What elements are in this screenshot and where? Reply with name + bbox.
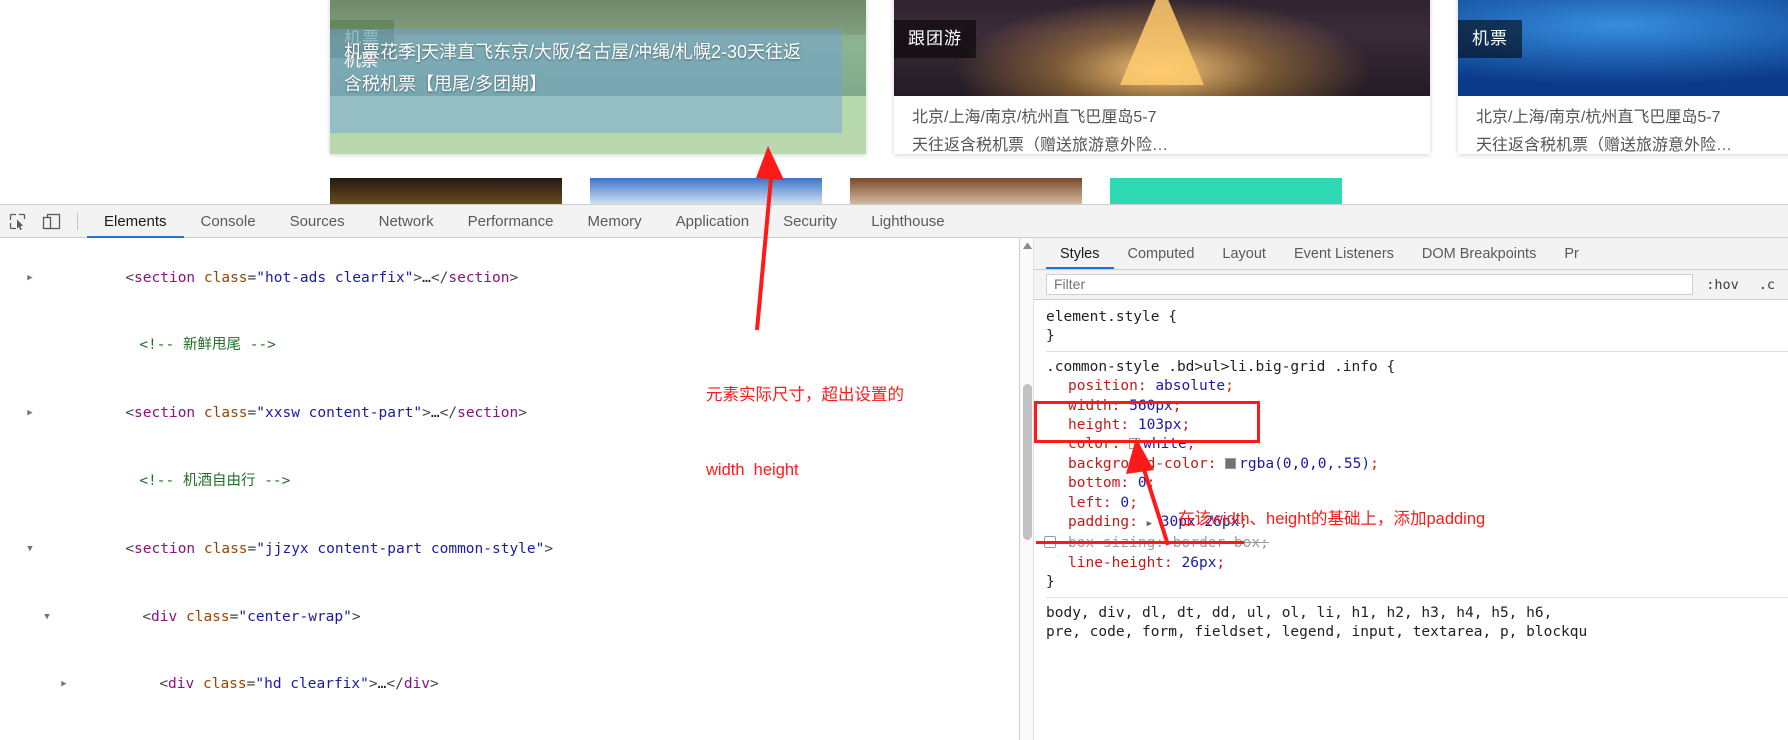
devtools-toolbar: Elements Console Sources Network Perform… xyxy=(0,205,1788,238)
card-desc-line-2: 天往返含税机票（赠送旅游意外险… xyxy=(912,137,1169,154)
card-image xyxy=(1110,178,1342,204)
css-declaration-padding[interactable]: padding: ▶ 30px 26px; xyxy=(1046,513,1788,534)
expand-shorthand-icon[interactable]: ▶ xyxy=(1147,519,1152,529)
hover-state-button[interactable]: :hov xyxy=(1699,277,1746,293)
devtools-panel: Elements Console Sources Network Perform… xyxy=(0,204,1788,740)
tab-dom-breakpoints[interactable]: DOM Breakpoints xyxy=(1408,238,1550,269)
css-declaration-left[interactable]: left: 0; xyxy=(1046,494,1788,513)
css-rule-close: } xyxy=(1046,574,1055,591)
tab-application[interactable]: Application xyxy=(659,205,766,238)
css-declaration-color[interactable]: color: white; xyxy=(1046,435,1788,454)
styles-filter-bar: :hov .c xyxy=(1020,270,1788,300)
tab-security[interactable]: Security xyxy=(766,205,854,238)
tab-sources[interactable]: Sources xyxy=(273,205,362,238)
phone-tablet-icon xyxy=(42,213,60,229)
browser-viewport: 机票 跟团游 北京/上海/南京/杭州直飞巴厘岛5-7 天往返含税机票（赠送旅游意… xyxy=(0,0,1788,204)
tab-computed[interactable]: Computed xyxy=(1114,238,1209,269)
tab-performance[interactable]: Performance xyxy=(451,205,571,238)
dom-node[interactable]: <div class="hd clearfix">…</div> xyxy=(0,651,1019,719)
tab-console[interactable]: Console xyxy=(184,205,273,238)
dom-comment: <!-- 新鲜甩尾 --> xyxy=(139,337,276,354)
card-tag: 机票 xyxy=(1458,20,1522,58)
css-declaration-width[interactable]: width: 560px; xyxy=(1046,397,1788,416)
dom-node[interactable]: <section class="hot-ads clearfix">…</sec… xyxy=(0,244,1019,312)
tab-properties[interactable]: Pr xyxy=(1550,238,1593,269)
toolbar-divider xyxy=(77,212,78,230)
devtools-body: <section class="hot-ads clearfix">…</sec… xyxy=(0,238,1788,740)
css-rule[interactable]: .common-style .bd>ul>li.big-grid .info {… xyxy=(1044,350,1788,598)
dom-comment: <!-- 机酒自由行 --> xyxy=(139,472,291,489)
css-rule-user-agent[interactable]: body, div, dl, dt, dd, ul, ol, li, h1, h… xyxy=(1046,598,1788,643)
filter-input[interactable] xyxy=(1046,274,1694,295)
scroll-up-arrow-icon[interactable] xyxy=(1023,240,1032,249)
expand-triangle-icon[interactable] xyxy=(24,267,36,290)
dom-node[interactable]: <!-- 新鲜甩尾 --> xyxy=(0,312,1019,380)
inspect-element-icon[interactable] xyxy=(0,205,34,238)
tab-lighthouse[interactable]: Lighthouse xyxy=(854,205,961,238)
class-button[interactable]: .c xyxy=(1752,277,1782,293)
tab-event-listeners[interactable]: Event Listeners xyxy=(1280,238,1408,269)
card-tag: 机票 xyxy=(330,20,394,58)
device-toolbar-icon[interactable] xyxy=(34,205,68,238)
css-declaration-height[interactable]: height: 103px; xyxy=(1046,416,1788,435)
color-swatch[interactable] xyxy=(1225,457,1237,469)
tab-styles[interactable]: Styles xyxy=(1046,238,1114,269)
product-card-row: 机票 跟团游 北京/上海/南京/杭州直飞巴厘岛5-7 天往返含税机票（赠送旅游意… xyxy=(330,0,1788,154)
dom-node[interactable]: <div class="bd"> xyxy=(0,718,1019,740)
css-selector-line-1[interactable]: body, div, dl, dt, dd, ul, ol, li, h1, h… xyxy=(1046,604,1788,623)
card-image xyxy=(330,0,866,96)
tab-network[interactable]: Network xyxy=(362,205,451,238)
dom-tree-pane: <section class="hot-ads clearfix">…</sec… xyxy=(0,238,1020,740)
collapse-triangle-icon[interactable] xyxy=(41,606,53,629)
css-declaration-line-height[interactable]: line-height: 26px; xyxy=(1046,554,1788,573)
dom-node[interactable]: <section class="jjzyx content-part commo… xyxy=(0,515,1019,583)
product-card[interactable]: 机票 xyxy=(330,0,866,154)
card-description xyxy=(330,96,866,112)
css-declaration-position[interactable]: position: absolute; xyxy=(1046,377,1788,396)
css-declaration-box-sizing[interactable]: box-sizing: border-box; xyxy=(1044,534,1788,553)
expand-triangle-icon[interactable] xyxy=(58,673,70,696)
declaration-checkbox[interactable] xyxy=(1044,536,1056,549)
card-image xyxy=(590,178,822,204)
css-declaration-background-color[interactable]: background-color: rgba(0,0,0,.55); xyxy=(1046,455,1788,474)
css-selector-line-2[interactable]: pre, code, form, fieldset, legend, input… xyxy=(1046,623,1788,642)
card-image xyxy=(330,178,562,204)
styles-sidebar: Styles Computed Layout Event Listeners D… xyxy=(1020,238,1788,740)
css-selector[interactable]: .common-style .bd>ul>li.big-grid .info { xyxy=(1046,358,1788,377)
tab-layout[interactable]: Layout xyxy=(1208,238,1280,269)
card-desc-line-1: 北京/上海/南京/杭州直飞巴厘岛5-7 xyxy=(912,109,1157,126)
css-rule-close: } xyxy=(1046,328,1055,345)
card-image xyxy=(850,178,1082,204)
css-rule[interactable]: element.style { } xyxy=(1046,300,1788,351)
canal-photo xyxy=(330,0,866,96)
card-tag: 跟团游 xyxy=(894,20,976,58)
card-description: 北京/上海/南京/杭州直飞巴厘岛5-7 天往返含税机票（赠送旅游意外险… xyxy=(894,96,1430,154)
card-description: 北京/上海/南京/杭州直飞巴厘岛5-7 天往返含税机票（赠送旅游意外险… xyxy=(1458,96,1788,154)
card-desc-line-1: 北京/上海/南京/杭州直飞巴厘岛5-7 xyxy=(1476,109,1721,126)
expand-triangle-icon[interactable] xyxy=(24,402,36,425)
tab-memory[interactable]: Memory xyxy=(571,205,659,238)
css-declaration-bottom[interactable]: bottom: 0; xyxy=(1046,474,1788,493)
cursor-select-icon xyxy=(9,213,25,230)
styles-tab-bar: Styles Computed Layout Event Listeners D… xyxy=(1020,238,1788,270)
css-rules-list: element.style { } .common-style .bd>ul>l… xyxy=(1020,300,1788,740)
devtools-tab-bar: Elements Console Sources Network Perform… xyxy=(87,205,962,238)
tab-elements[interactable]: Elements xyxy=(87,205,184,238)
product-card[interactable]: 机票 北京/上海/南京/杭州直飞巴厘岛5-7 天往返含税机票（赠送旅游意外险… xyxy=(1458,0,1788,154)
card-desc-line-2: 天往返含税机票（赠送旅游意外险… xyxy=(1476,137,1733,154)
dom-node[interactable]: <div class="center-wrap"> xyxy=(0,583,1019,651)
css-selector[interactable]: element.style { xyxy=(1046,308,1788,327)
collapse-triangle-icon[interactable] xyxy=(24,538,36,561)
second-card-row xyxy=(330,178,1342,204)
product-card[interactable]: 跟团游 北京/上海/南京/杭州直飞巴厘岛5-7 天往返含税机票（赠送旅游意外险… xyxy=(894,0,1430,154)
color-swatch[interactable] xyxy=(1129,438,1141,450)
dom-node[interactable]: <section class="xxsw content-part">…</se… xyxy=(0,380,1019,448)
dom-tree: <section class="hot-ads clearfix">…</sec… xyxy=(0,238,1019,740)
dom-node[interactable]: <!-- 机酒自由行 --> xyxy=(0,447,1019,515)
